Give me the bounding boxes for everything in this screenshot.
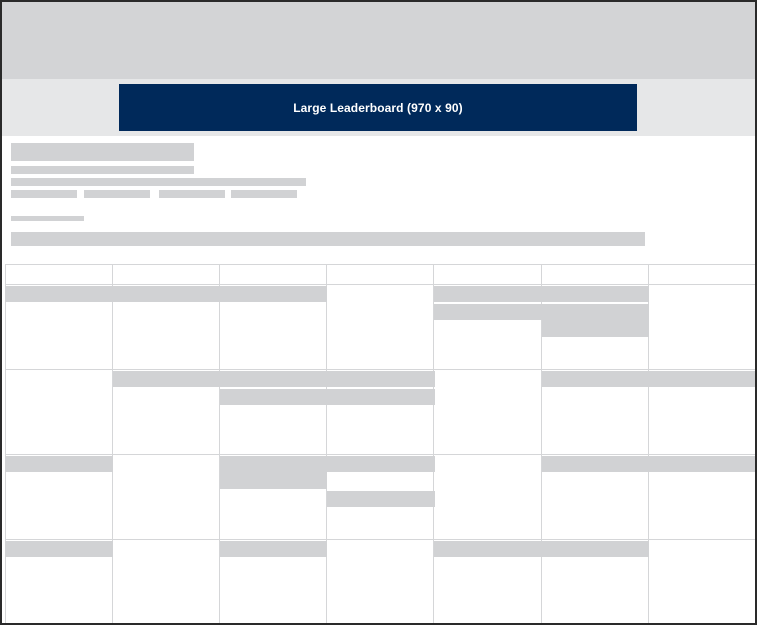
event-bar[interactable] bbox=[434, 304, 649, 320]
event-bar[interactable] bbox=[5, 286, 327, 302]
event-bar[interactable] bbox=[542, 456, 755, 472]
event-bar[interactable] bbox=[113, 371, 435, 387]
event-bar[interactable] bbox=[327, 491, 435, 507]
grid-line bbox=[5, 264, 755, 265]
label-placeholder bbox=[11, 216, 84, 221]
tag-placeholder-1[interactable] bbox=[11, 190, 77, 198]
wireframe-page: Large Leaderboard (970 x 90) bbox=[0, 0, 757, 625]
event-bar[interactable] bbox=[220, 541, 327, 557]
tag-placeholder-4[interactable] bbox=[231, 190, 297, 198]
event-bar[interactable] bbox=[220, 472, 327, 489]
large-leaderboard-ad[interactable]: Large Leaderboard (970 x 90) bbox=[119, 84, 637, 131]
ad-label: Large Leaderboard (970 x 90) bbox=[293, 100, 463, 115]
calendar-grid bbox=[5, 264, 755, 623]
subtitle-placeholder bbox=[11, 166, 194, 174]
event-bar[interactable] bbox=[542, 371, 755, 387]
ad-band: Large Leaderboard (970 x 90) bbox=[2, 79, 755, 136]
event-bar[interactable] bbox=[542, 320, 649, 337]
event-bar[interactable] bbox=[220, 456, 435, 472]
description-placeholder bbox=[11, 178, 306, 186]
grid-line bbox=[5, 454, 755, 455]
event-bar[interactable] bbox=[434, 541, 649, 557]
grid-line bbox=[5, 539, 755, 540]
tag-placeholder-2[interactable] bbox=[84, 190, 150, 198]
grid-line bbox=[326, 264, 327, 623]
grid-line bbox=[5, 369, 755, 370]
event-bar[interactable] bbox=[434, 286, 649, 302]
grid-line bbox=[5, 264, 6, 623]
page-title-placeholder bbox=[11, 143, 194, 161]
grid-line bbox=[112, 264, 113, 623]
event-bar[interactable] bbox=[220, 389, 435, 405]
toolbar-placeholder bbox=[11, 232, 645, 246]
event-bar[interactable] bbox=[5, 541, 113, 557]
event-bar[interactable] bbox=[5, 456, 113, 472]
tag-placeholder-3[interactable] bbox=[159, 190, 225, 198]
grid-line bbox=[5, 284, 755, 285]
grid-line bbox=[219, 264, 220, 623]
site-header-placeholder bbox=[2, 2, 755, 79]
